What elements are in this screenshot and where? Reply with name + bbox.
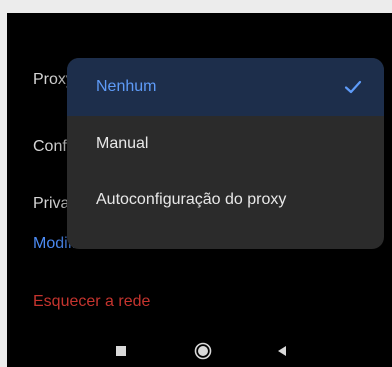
proxy-option-autoconfig[interactable]: Autoconfiguração do proxy bbox=[67, 170, 384, 230]
checkmark-icon bbox=[344, 80, 362, 94]
wifi-settings-screen: Proxy Conf Priva Modificar rede Esquecer… bbox=[7, 13, 392, 367]
proxy-option-none[interactable]: Nenhum bbox=[67, 58, 384, 116]
back-button[interactable] bbox=[272, 341, 292, 361]
home-button[interactable] bbox=[193, 341, 213, 361]
back-icon bbox=[278, 346, 286, 356]
recent-apps-button[interactable] bbox=[111, 341, 131, 361]
recent-apps-icon bbox=[116, 346, 126, 356]
proxy-option-label: Manual bbox=[96, 135, 149, 152]
home-icon bbox=[194, 342, 212, 360]
forget-network-link[interactable]: Esquecer a rede bbox=[33, 293, 150, 311]
proxy-option-label: Autoconfiguração do proxy bbox=[96, 191, 287, 208]
proxy-option-label: Nenhum bbox=[96, 78, 157, 95]
connection-setting-label[interactable]: Conf bbox=[33, 138, 67, 156]
privacy-setting-label[interactable]: Priva bbox=[33, 195, 69, 213]
proxy-option-manual[interactable]: Manual bbox=[67, 116, 384, 172]
proxy-options-menu: Nenhum Manual Autoconfiguração do proxy bbox=[67, 58, 384, 249]
navigation-bar bbox=[7, 335, 392, 367]
